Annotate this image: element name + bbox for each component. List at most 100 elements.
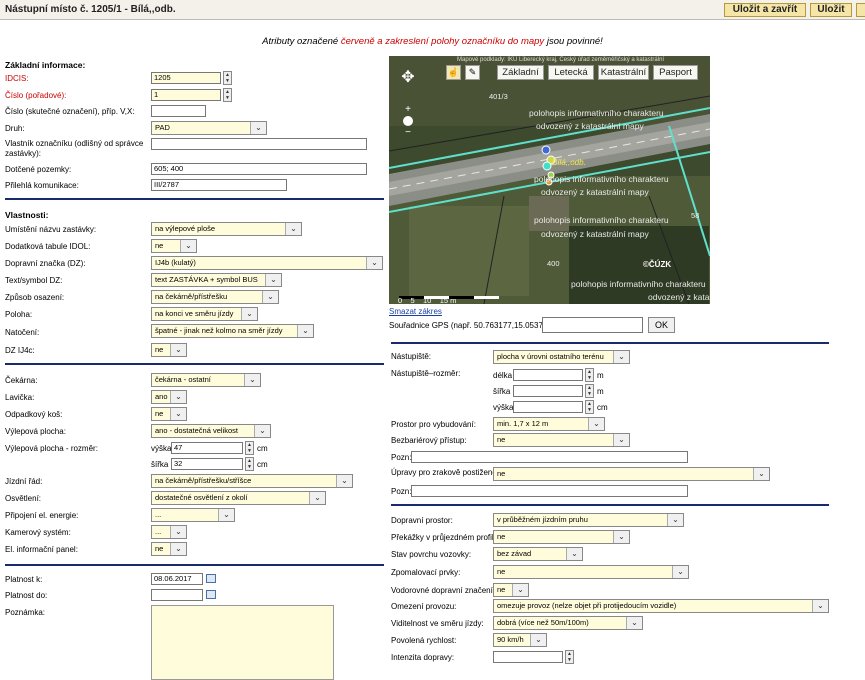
nastupiste-rozmer-label: Nástupiště–rozměr:	[391, 369, 461, 378]
vylep-select[interactable]: ano - dostatečná velikost ⌄	[151, 424, 271, 438]
kamera-label: Kamerový systém:	[5, 528, 71, 537]
kos-select[interactable]: ne ⌄	[151, 407, 187, 421]
jizdni-select[interactable]: na čekárně/přístřešku/stříšce ⌄	[151, 474, 353, 488]
save-close-button[interactable]: Uložit a zavřít	[724, 3, 806, 17]
energie-label: Připojení el. energie:	[5, 511, 79, 520]
map-watermark: odvozený z katastrální mapy	[536, 121, 644, 131]
energie-select[interactable]: ... ⌄	[151, 508, 235, 522]
chevron-down-icon: ⌄	[297, 325, 313, 337]
poznamka-textarea[interactable]	[151, 605, 334, 680]
dopr-prostor-label: Dopravní prostor:	[391, 516, 453, 525]
tab-zakladni[interactable]: Základní	[497, 65, 544, 80]
zoom-slider-icon[interactable]	[403, 116, 413, 126]
chevron-down-icon: ⌄	[180, 240, 196, 252]
chevron-down-icon: ⌄	[170, 391, 186, 403]
calendar-icon[interactable]	[206, 590, 216, 599]
tab-katastralni[interactable]: Katastrální	[598, 65, 649, 80]
panel-label: El. informační panel:	[5, 545, 78, 554]
platnost-od-input[interactable]: 08.06.2017	[151, 573, 203, 585]
vodorovne-select[interactable]: ne ⌄	[493, 583, 529, 597]
platform-sirka-input[interactable]	[513, 385, 583, 397]
vyska-input[interactable]: 47	[171, 442, 243, 454]
prekazky-select[interactable]: ne ⌄	[493, 530, 630, 544]
erase-drawing-link[interactable]: Smazat zákres	[389, 307, 442, 316]
parcel-label: 401/3	[489, 92, 508, 101]
osazeni-select[interactable]: na čekárně/přístřešku ⌄	[151, 290, 279, 304]
tab-pasport[interactable]: Pasport	[653, 65, 698, 80]
cislo-input[interactable]: 1	[151, 89, 221, 101]
tab-letecka[interactable]: Letecká	[548, 65, 594, 80]
rychlost-select[interactable]: 90 km/h ⌄	[493, 633, 547, 647]
calendar-icon[interactable]	[206, 574, 216, 583]
pozemky-input[interactable]: 605; 400	[151, 163, 367, 175]
map-view[interactable]: ☝ ✎ Základní Letecká Katastrální Pasport…	[389, 56, 710, 304]
platform-sirka-spinner[interactable]: ▲ ▼	[585, 384, 594, 398]
sirka-input[interactable]: 32	[171, 458, 243, 470]
lavicka-select[interactable]: ano ⌄	[151, 390, 187, 404]
idcis-spinner[interactable]: ▲ ▼	[223, 71, 232, 85]
save-button[interactable]: Uložit	[810, 3, 852, 17]
nastupiste-select[interactable]: plocha v úrovni ostatního terénu ⌄	[493, 350, 630, 364]
chevron-down-icon: ⌄	[613, 434, 629, 446]
text-select[interactable]: text ZASTÁVKA + symbol BUS ⌄	[151, 273, 282, 287]
osvetleni-select[interactable]: dostatečné osvětlení z okolí ⌄	[151, 491, 326, 505]
ij4c-select[interactable]: ne ⌄	[151, 343, 187, 357]
pointer-icon[interactable]: ☝	[446, 65, 461, 80]
pozn-input[interactable]	[411, 451, 688, 463]
delka-unit: m	[597, 371, 604, 380]
komunikace-input[interactable]: III/2787	[151, 179, 287, 191]
bezbar-select[interactable]: ne ⌄	[493, 433, 630, 447]
vlastnik-input[interactable]	[151, 138, 367, 150]
kamera-select[interactable]: ... ⌄	[151, 525, 187, 539]
platform-vyska-input[interactable]	[513, 401, 583, 413]
prostor-vyb-select[interactable]: min. 1,7 x 12 m ⌄	[493, 417, 605, 431]
zpomal-select[interactable]: ne ⌄	[493, 565, 689, 579]
chevron-down-icon: ⌄	[170, 344, 186, 356]
zoom-in-icon[interactable]: +	[403, 105, 413, 115]
vlastnik-label: Vlastník označníku (odlišný od správce z…	[5, 139, 144, 158]
natoceni-label: Natočení:	[5, 328, 40, 337]
sirka-unit: m	[597, 387, 604, 396]
pencil-icon[interactable]: ✎	[465, 65, 480, 80]
gps-ok-button[interactable]: OK	[648, 317, 675, 333]
gps-input[interactable]	[542, 317, 643, 333]
title-bar: Nástupní místo č. 1205/1 - Bílá,,odb. Ul…	[0, 0, 865, 20]
pan-arrows-icon[interactable]: ✥	[396, 66, 420, 90]
druh-select[interactable]: PAD ⌄	[151, 121, 267, 135]
intenzita-input[interactable]	[493, 651, 563, 663]
chevron-down-icon: ⌄	[336, 475, 352, 487]
sirka-spinner[interactable]: ▲ ▼	[245, 457, 254, 471]
dopr-prostor-select[interactable]: v průběžném jízdním pruhu ⌄	[493, 513, 684, 527]
map-watermark: odvozený z katastrální mapy	[541, 229, 649, 239]
delka-input[interactable]	[513, 369, 583, 381]
vyska-label: výška	[493, 403, 514, 412]
upravy-label: Úpravy pro zrakově postižené:	[391, 468, 500, 477]
vyska-spinner[interactable]: ▲ ▼	[245, 441, 254, 455]
platform-vyska-spinner[interactable]: ▲ ▼	[585, 400, 594, 414]
panel-select[interactable]: ne ⌄	[151, 542, 187, 556]
upravy-select[interactable]: ne ⌄	[493, 467, 770, 481]
zoom-out-icon[interactable]: −	[403, 128, 413, 138]
omezeni-select[interactable]: omezuje provoz (nelze objet při protijed…	[493, 599, 829, 613]
intenzita-spinner[interactable]: ▲ ▼	[565, 650, 574, 664]
pozn-input[interactable]	[411, 485, 688, 497]
map-watermark: odvozený z katastrální mapy	[648, 292, 710, 302]
poloha-select[interactable]: na konci ve směru jízdy ⌄	[151, 307, 258, 321]
idcis-input[interactable]: 1205	[151, 72, 221, 84]
lavicka-label: Lavička:	[5, 393, 35, 402]
viditelnost-select[interactable]: dobrá (více než 50m/100m) ⌄	[493, 616, 643, 630]
umisteni-select[interactable]: na výlepové ploše ⌄	[151, 222, 302, 236]
map-watermark: odvozený z katastrální mapy	[541, 187, 649, 197]
natoceni-select[interactable]: špatné - jinak než kolmo na směr jízdy ⌄	[151, 324, 314, 338]
cekarna-select[interactable]: čekárna - ostatní ⌄	[151, 373, 261, 387]
extra-button[interactable]	[856, 3, 865, 17]
platnost-do-input[interactable]	[151, 589, 203, 601]
bezbar-label: Bezbariérový přístup:	[391, 436, 467, 445]
delka-spinner[interactable]: ▲ ▼	[585, 368, 594, 382]
povrch-select[interactable]: bez závad ⌄	[493, 547, 583, 561]
tabule-select[interactable]: ne ⌄	[151, 239, 197, 253]
znacka-select[interactable]: IJ4b (kulatý) ⌄	[151, 256, 383, 270]
cislo-skut-input[interactable]	[151, 105, 206, 117]
cislo-spinner[interactable]: ▲ ▼	[223, 88, 232, 102]
prostor-vyb-label: Prostor pro vybudování:	[391, 420, 476, 429]
